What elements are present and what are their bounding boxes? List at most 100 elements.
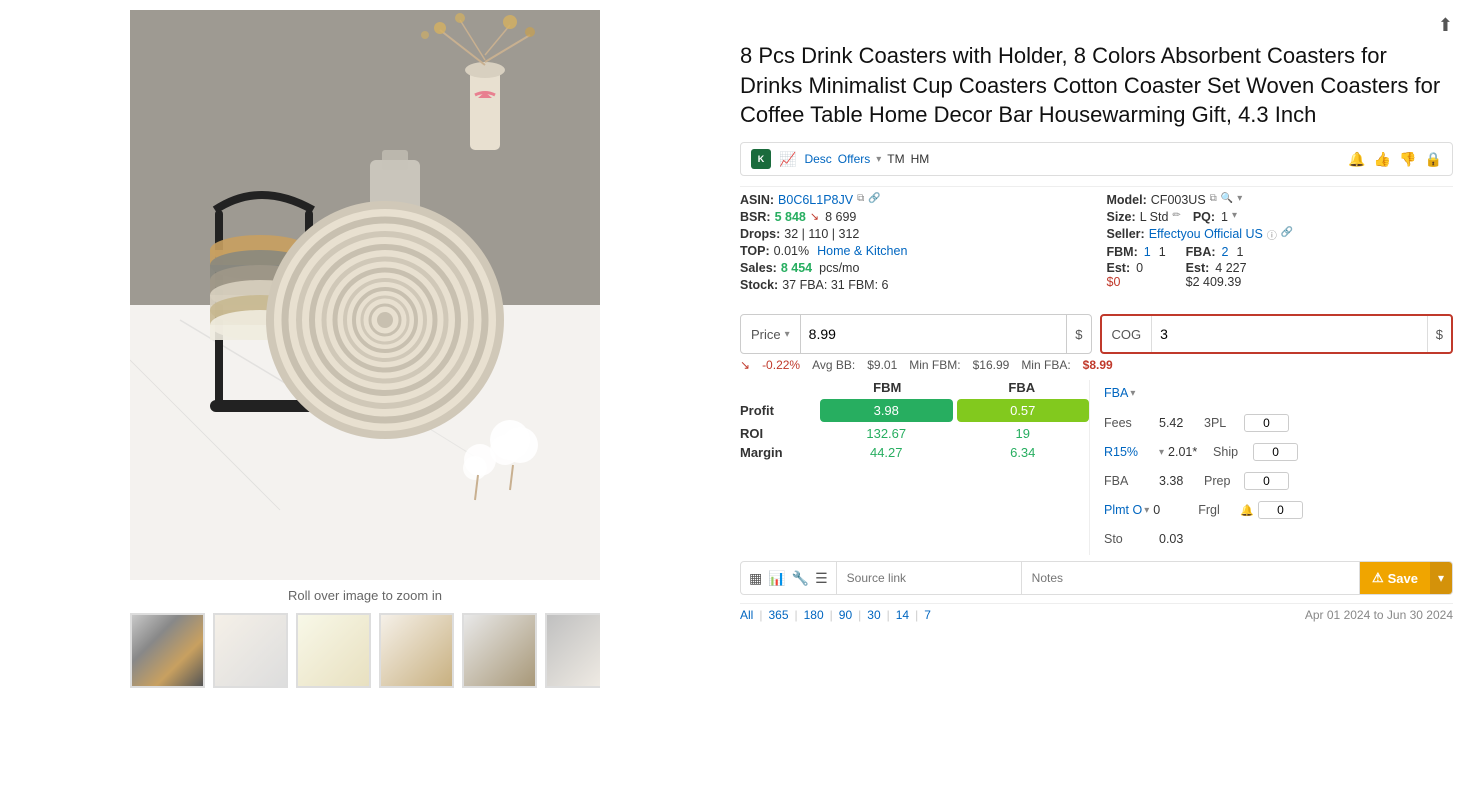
tpl-input[interactable] [1244, 414, 1289, 432]
bb-row: ↘ -0.22% Avg BB: $9.01 Min FBM: $16.99 M… [740, 358, 1453, 372]
date-link-7[interactable]: 7 [924, 608, 931, 622]
table-icon[interactable]: ▦ [749, 570, 762, 587]
plmt-dropdown[interactable]: Plmt O [1104, 503, 1142, 517]
cog-input[interactable] [1151, 316, 1427, 352]
plmt-value: 0 [1153, 503, 1188, 517]
fees-value: 5.42 [1159, 416, 1194, 430]
size-value: L Std [1140, 210, 1169, 224]
seller-info-icon[interactable]: ⓘ [1267, 227, 1277, 242]
left-panel: MOUNTAIN [0, 0, 730, 790]
fba-fee-label: FBA [1104, 474, 1159, 488]
fba-val1[interactable]: 2 [1222, 245, 1229, 259]
model-row: Model: CF003US ⧉ 🔍 ▾ [1107, 193, 1454, 207]
prep-input[interactable] [1244, 472, 1289, 490]
ship-label: Ship [1213, 445, 1253, 459]
roi-fba-value: 19 [957, 426, 1090, 441]
save-button[interactable]: ⚠ Save [1360, 562, 1430, 594]
thumbs-up-icon[interactable]: 👍 [1374, 151, 1391, 168]
share-icon[interactable]: ⬆ [1438, 15, 1453, 36]
wrench-icon[interactable]: 🔧 [792, 570, 809, 587]
bsr-row: BSR: 5 848 ↘ 8 699 [740, 210, 1087, 224]
asin-row: ASIN: B0C6L1P8JV ⧉ 🔗 [740, 193, 1087, 207]
keepa-hm-link[interactable]: HM [911, 152, 930, 166]
profit-fbm-value: 3.98 [820, 399, 953, 422]
model-value: CF003US [1151, 193, 1206, 207]
model-copy-icon[interactable]: ⧉ [1210, 193, 1217, 204]
notes-input[interactable] [1022, 562, 1360, 594]
thumbnail-row [130, 613, 600, 688]
asin-link-icon[interactable]: 🔗 [868, 193, 880, 204]
price-input[interactable] [800, 315, 1067, 353]
drops-row: Drops: 32 | 110 | 312 [740, 227, 1087, 241]
seller-value[interactable]: Effectyou Official US [1149, 227, 1263, 241]
seller-link-icon[interactable]: 🔗 [1281, 227, 1293, 238]
bb-min-fba-value: $8.99 [1083, 358, 1113, 372]
est-fbm-val2: $0 [1107, 275, 1121, 289]
bb-min-fba-label: Min FBA: [1021, 358, 1070, 372]
model-chevron: ▾ [1237, 193, 1242, 204]
source-link-input[interactable] [837, 562, 1022, 594]
date-link-365[interactable]: 365 [768, 608, 788, 622]
right-panel: ⬆ 8 Pcs Drink Coasters with Holder, 8 Co… [730, 0, 1468, 790]
fba-fee-value: 3.38 [1159, 474, 1194, 488]
asin-value[interactable]: B0C6L1P8JV [778, 193, 853, 207]
frgl-input[interactable] [1258, 501, 1303, 519]
save-dropdown-button[interactable]: ▾ [1430, 562, 1452, 594]
keepa-offers-link[interactable]: Offers [838, 152, 870, 166]
r15-chevron: ▾ [1159, 447, 1164, 458]
keepa-toolbar: K 📈 Desc Offers ▾ TM HM 🔔 👍 👎 🔒 [740, 142, 1453, 176]
est-fba-val2: $2 409.39 [1186, 275, 1242, 289]
keepa-chart-icon[interactable]: 📈 [779, 151, 796, 168]
top-category[interactable]: Home & Kitchen [817, 244, 907, 258]
keepa-logo: K [751, 149, 771, 169]
date-link-30[interactable]: 30 [867, 608, 880, 622]
date-link-180[interactable]: 180 [804, 608, 824, 622]
thumbnail-2[interactable] [213, 613, 288, 688]
bell-icon[interactable]: 🔔 [1348, 151, 1365, 168]
prep-label: Prep [1204, 474, 1244, 488]
asin-copy-icon[interactable]: ⧉ [857, 193, 864, 204]
roi-fbm-value: 132.67 [820, 426, 953, 441]
cog-box: COG $ [1100, 314, 1454, 354]
top-value: 0.01% [774, 244, 809, 258]
lock-icon[interactable]: 🔒 [1425, 151, 1442, 168]
date-link-14[interactable]: 14 [896, 608, 909, 622]
thumbnail-1[interactable] [130, 613, 205, 688]
fbm-fba-container: FBM: 1 1 Est: 0 $0 [1107, 245, 1454, 289]
drops-value: 32 | 110 | 312 [784, 227, 859, 241]
thumbnail-3[interactable] [296, 613, 371, 688]
date-link-90[interactable]: 90 [839, 608, 852, 622]
keepa-tm-link[interactable]: TM [887, 152, 904, 166]
bb-min-fbm-label: Min FBM: [909, 358, 960, 372]
price-label[interactable]: Price ▾ [741, 327, 800, 342]
fba-section: FBA: 2 1 Est: 4 227 $2 409.39 [1186, 245, 1247, 289]
r15-value: 2.01* [1168, 445, 1203, 459]
thumbnail-4[interactable] [379, 613, 454, 688]
model-search-icon[interactable]: 🔍 [1221, 193, 1233, 204]
list-icon[interactable]: ☰ [815, 570, 828, 587]
cog-label: COG [1102, 327, 1152, 342]
size-edit-icon[interactable]: ✏ [1172, 210, 1180, 221]
bb-pct: -0.22% [762, 358, 800, 372]
r15-dropdown[interactable]: R15% [1104, 445, 1159, 459]
thumbs-down-icon[interactable]: 👎 [1399, 151, 1416, 168]
est-fba-val1: 4 227 [1215, 261, 1246, 275]
fba-calc-dropdown[interactable]: FBA [1104, 386, 1128, 400]
date-link-all[interactable]: All [740, 608, 753, 622]
cog-currency: $ [1427, 316, 1451, 352]
chart-icon[interactable]: 📊 [768, 570, 785, 587]
date-range-bar: All | 365 | 180 | 90 | 30 | 14 | 7 Apr 0… [740, 603, 1453, 626]
date-range-links: All | 365 | 180 | 90 | 30 | 14 | 7 [740, 608, 931, 622]
keepa-desc-link[interactable]: Desc [804, 152, 831, 166]
fbm-val1[interactable]: 1 [1144, 245, 1151, 259]
keepa-chevron: ▾ [876, 154, 881, 165]
bsr-value: 5 848 [775, 210, 806, 224]
thumbnail-5[interactable] [462, 613, 537, 688]
ship-input[interactable] [1253, 443, 1298, 461]
sales-value: 8 454 [781, 261, 812, 275]
margin-label: Margin [740, 445, 820, 460]
thumbnail-6[interactable] [545, 613, 600, 688]
details-grid: ASIN: B0C6L1P8JV ⧉ 🔗 BSR: 5 848 ↘ 8 699 … [740, 186, 1453, 298]
pq-chevron[interactable]: ▾ [1232, 210, 1237, 221]
bottom-icons: ▦ 📊 🔧 ☰ [741, 562, 837, 594]
